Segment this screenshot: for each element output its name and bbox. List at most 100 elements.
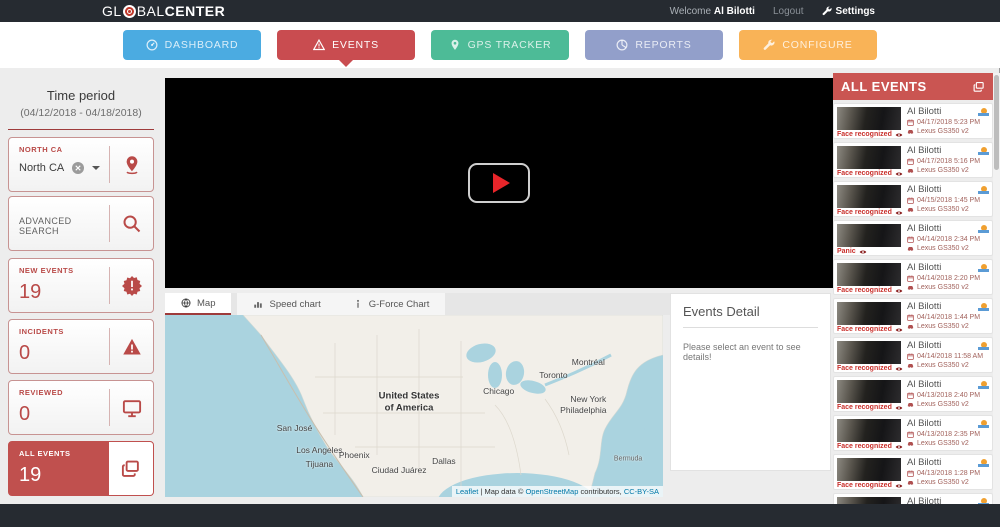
gauge-icon bbox=[146, 39, 158, 51]
event-tag-label: Face recognized bbox=[837, 482, 892, 489]
tab-gforce-chart[interactable]: G-Force Chart bbox=[337, 293, 446, 315]
event-thumbnail[interactable] bbox=[837, 419, 901, 442]
event-thumbnail[interactable] bbox=[837, 458, 901, 481]
car-icon bbox=[907, 167, 914, 174]
divider bbox=[8, 129, 154, 130]
daytime-icon bbox=[978, 224, 989, 233]
events-detail-empty-message: Please select an event to see details! bbox=[683, 342, 818, 362]
reviewed-label: REVIEWED bbox=[19, 388, 109, 397]
events-list: Face recognized Al Bilotti 04/17/2018 5:… bbox=[833, 100, 993, 527]
advanced-search-card[interactable]: ADVANCED SEARCH bbox=[8, 196, 154, 251]
event-vehicle: Lexus GS350 v2 bbox=[917, 167, 969, 174]
leaflet-map[interactable]: MontréalTorontoChicagoNew YorkPhiladelph… bbox=[165, 315, 663, 497]
tab-map[interactable]: Map bbox=[165, 293, 231, 315]
app-logo: GLBALCENTER bbox=[102, 0, 225, 22]
event-datetime: 04/14/2018 1:44 PM bbox=[917, 314, 980, 321]
all-events-count: 19 bbox=[19, 464, 109, 487]
event-card[interactable]: Face recognized Al Bilotti 04/13/2018 2:… bbox=[833, 415, 993, 451]
reviewed-card[interactable]: REVIEWED 0 bbox=[8, 380, 154, 435]
event-card[interactable]: Face recognized Al Bilotti 04/14/2018 2:… bbox=[833, 259, 993, 295]
event-driver-name: Al Bilotti bbox=[907, 184, 980, 195]
event-tag: Face recognized bbox=[837, 404, 903, 411]
event-thumbnail[interactable] bbox=[837, 302, 901, 325]
calendar-icon bbox=[907, 275, 914, 282]
nav-reports-button[interactable]: REPORTS bbox=[585, 30, 723, 60]
event-card[interactable]: Face recognized Al Bilotti 04/14/2018 11… bbox=[833, 337, 993, 373]
play-icon bbox=[493, 173, 510, 193]
event-thumbnail[interactable] bbox=[837, 146, 901, 169]
event-tag-label: Face recognized bbox=[837, 404, 892, 411]
event-tag-label: Face recognized bbox=[837, 170, 892, 177]
daytime-icon bbox=[978, 263, 989, 272]
events-detail-panel: Events Detail Please select an event to … bbox=[670, 293, 831, 471]
event-thumbnail[interactable] bbox=[837, 107, 901, 130]
license-link[interactable]: CC-BY-SA bbox=[624, 487, 659, 496]
region-select[interactable]: North CA bbox=[19, 162, 109, 174]
event-card[interactable]: Face recognized Al Bilotti 04/15/2018 1:… bbox=[833, 181, 993, 217]
event-vehicle: Lexus GS350 v2 bbox=[917, 284, 969, 291]
event-vehicle: Lexus GS350 v2 bbox=[917, 440, 969, 447]
event-thumbnail[interactable] bbox=[837, 185, 901, 208]
chevron-down-icon[interactable] bbox=[92, 166, 100, 170]
region-select-label: NORTH CA bbox=[19, 145, 109, 154]
event-vehicle: Lexus GS350 v2 bbox=[917, 401, 969, 408]
clear-region-icon[interactable] bbox=[72, 162, 84, 174]
event-thumbnail[interactable] bbox=[837, 380, 901, 403]
car-icon bbox=[907, 440, 914, 447]
globe-icon bbox=[181, 298, 191, 308]
tab-speed-chart-label: Speed chart bbox=[269, 299, 320, 310]
event-card[interactable]: Face recognized Al Bilotti 04/17/2018 5:… bbox=[833, 103, 993, 139]
event-card[interactable]: Face recognized Al Bilotti 04/17/2018 5:… bbox=[833, 142, 993, 178]
event-datetime: 04/13/2018 2:35 PM bbox=[917, 431, 980, 438]
scrollbar-thumb[interactable] bbox=[994, 75, 999, 170]
event-date-row: 04/14/2018 11:58 AM bbox=[907, 353, 983, 360]
nav-configure-label: CONFIGURE bbox=[782, 39, 852, 51]
leaflet-link[interactable]: Leaflet bbox=[456, 487, 479, 496]
car-icon bbox=[907, 245, 914, 252]
all-events-card[interactable]: ALL EVENTS 19 bbox=[8, 441, 154, 496]
play-button[interactable] bbox=[468, 163, 530, 203]
footer-bar bbox=[0, 504, 1000, 527]
tab-speed-chart[interactable]: Speed chart bbox=[237, 293, 336, 315]
advanced-search-label: ADVANCED SEARCH bbox=[19, 216, 109, 236]
nav-configure-button[interactable]: CONFIGURE bbox=[739, 30, 877, 60]
new-events-icon-zone bbox=[109, 267, 153, 304]
nav-gps-tracker-button[interactable]: GPS TRACKER bbox=[431, 30, 569, 60]
events-scrollbar[interactable] bbox=[993, 73, 1000, 527]
nav-events-label: EVENTS bbox=[332, 39, 379, 51]
copy-icon[interactable] bbox=[973, 81, 985, 93]
event-datetime: 04/17/2018 5:23 PM bbox=[917, 119, 980, 126]
event-date-row: 04/15/2018 1:45 PM bbox=[907, 197, 980, 204]
incidents-card[interactable]: INCIDENTS 0 bbox=[8, 319, 154, 374]
event-info: Al Bilotti 04/14/2018 11:58 AM Lexus GS3… bbox=[907, 340, 983, 369]
event-thumbnail[interactable] bbox=[837, 341, 901, 364]
new-events-card[interactable]: NEW EVENTS 19 bbox=[8, 258, 154, 313]
search-button[interactable] bbox=[109, 205, 153, 242]
badge-icon bbox=[122, 276, 142, 296]
event-tag: Panic bbox=[837, 248, 867, 255]
event-card[interactable]: Face recognized Al Bilotti 04/13/2018 1:… bbox=[833, 454, 993, 490]
region-pin-button[interactable] bbox=[109, 146, 153, 183]
event-date-row: 04/14/2018 2:20 PM bbox=[907, 275, 980, 282]
event-thumbnail[interactable] bbox=[837, 224, 901, 247]
event-datetime: 04/14/2018 11:58 AM bbox=[917, 353, 983, 360]
settings-link[interactable]: Settings bbox=[822, 6, 875, 17]
event-card[interactable]: Panic Al Bilotti 04/14/2018 2:34 PM Lexu… bbox=[833, 220, 993, 256]
event-vehicle: Lexus GS350 v2 bbox=[917, 245, 969, 252]
nav-events-button[interactable]: EVENTS bbox=[277, 30, 415, 60]
event-thumbnail[interactable] bbox=[837, 263, 901, 286]
event-card[interactable]: Face recognized Al Bilotti 04/14/2018 1:… bbox=[833, 298, 993, 334]
video-player[interactable] bbox=[165, 78, 833, 288]
logout-link[interactable]: Logout bbox=[773, 6, 804, 17]
top-bar: GLBALCENTER Welcome Al Bilotti Logout Se… bbox=[0, 0, 1000, 22]
event-vehicle-row: Lexus GS350 v2 bbox=[907, 167, 980, 174]
nav-dashboard-button[interactable]: DASHBOARD bbox=[123, 30, 261, 60]
event-driver-name: Al Bilotti bbox=[907, 379, 980, 390]
time-period-title: Time period bbox=[0, 88, 162, 103]
eye-icon bbox=[895, 405, 903, 411]
event-card[interactable]: Face recognized Al Bilotti 04/13/2018 2:… bbox=[833, 376, 993, 412]
event-driver-name: Al Bilotti bbox=[907, 418, 980, 429]
wrench-icon bbox=[763, 39, 775, 51]
nav-reports-label: REPORTS bbox=[635, 39, 691, 51]
osm-link[interactable]: OpenStreetMap bbox=[525, 487, 578, 496]
